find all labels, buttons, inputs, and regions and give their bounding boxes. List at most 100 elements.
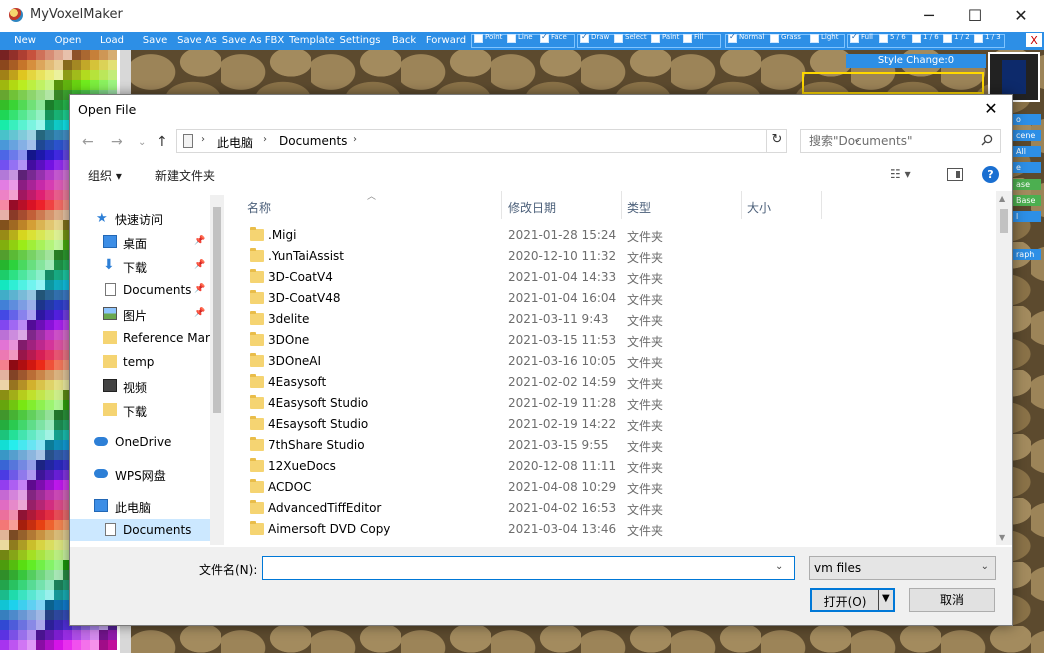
palette-swatch[interactable]: [18, 170, 27, 180]
palette-swatch[interactable]: [45, 150, 54, 160]
palette-swatch[interactable]: [27, 430, 36, 440]
palette-swatch[interactable]: [45, 290, 54, 300]
palette-swatch[interactable]: [27, 140, 36, 150]
palette-swatch[interactable]: [27, 620, 36, 630]
palette-swatch[interactable]: [90, 630, 99, 640]
palette-swatch[interactable]: [36, 210, 45, 220]
palette-swatch[interactable]: [90, 80, 99, 90]
palette-swatch[interactable]: [45, 510, 54, 520]
palette-swatch[interactable]: [27, 440, 36, 450]
palette-swatch[interactable]: [54, 630, 63, 640]
palette-swatch[interactable]: [18, 590, 27, 600]
palette-swatch[interactable]: [54, 580, 63, 590]
palette-swatch[interactable]: [9, 540, 18, 550]
palette-swatch[interactable]: [36, 370, 45, 380]
palette-swatch[interactable]: [9, 70, 18, 80]
palette-swatch[interactable]: [18, 640, 27, 650]
palette-swatch[interactable]: [45, 130, 54, 140]
back-arrow-icon[interactable]: ←: [82, 134, 94, 150]
palette-swatch[interactable]: [18, 470, 27, 480]
palette-swatch[interactable]: [0, 390, 9, 400]
palette-swatch[interactable]: [54, 80, 63, 90]
palette-swatch[interactable]: [36, 590, 45, 600]
palette-swatch[interactable]: [18, 310, 27, 320]
palette-swatch[interactable]: [45, 140, 54, 150]
palette-swatch[interactable]: [72, 50, 81, 60]
breadcrumb-this-pc[interactable]: 此电脑: [217, 134, 253, 151]
palette-swatch[interactable]: [54, 590, 63, 600]
palette-swatch[interactable]: [45, 300, 54, 310]
palette-swatch[interactable]: [45, 360, 54, 370]
palette-swatch[interactable]: [54, 330, 63, 340]
palette-swatch[interactable]: [54, 560, 63, 570]
palette-swatch[interactable]: [18, 530, 27, 540]
palette-swatch[interactable]: [36, 200, 45, 210]
nav-item-temp[interactable]: temp: [70, 351, 210, 373]
file-row[interactable]: 3D-CoatV482021-01-04 16:04文件夹: [226, 288, 996, 309]
palette-swatch[interactable]: [0, 510, 9, 520]
palette-swatch[interactable]: [9, 60, 18, 70]
pin-icon[interactable]: 📌: [194, 284, 205, 294]
palette-swatch[interactable]: [54, 410, 63, 420]
palette-swatch[interactable]: [54, 230, 63, 240]
palette-swatch[interactable]: [36, 480, 45, 490]
palette-swatch[interactable]: [0, 570, 9, 580]
palette-swatch[interactable]: [54, 620, 63, 630]
palette-swatch[interactable]: [27, 490, 36, 500]
normal-checkbox[interactable]: [728, 34, 737, 43]
palette-swatch[interactable]: [0, 120, 9, 130]
palette-swatch[interactable]: [36, 390, 45, 400]
filename-input[interactable]: [263, 557, 773, 579]
palette-swatch[interactable]: [36, 240, 45, 250]
palette-swatch[interactable]: [0, 380, 9, 390]
palette-swatch[interactable]: [9, 340, 18, 350]
palette-swatch[interactable]: [27, 360, 36, 370]
palette-swatch[interactable]: [0, 580, 9, 590]
palette-swatch[interactable]: [99, 60, 108, 70]
palette-swatch[interactable]: [45, 110, 54, 120]
palette-swatch[interactable]: [36, 470, 45, 480]
palette-swatch[interactable]: [36, 290, 45, 300]
palette-swatch[interactable]: [36, 580, 45, 590]
palette-swatch[interactable]: [54, 250, 63, 260]
palette-swatch[interactable]: [54, 310, 63, 320]
palette-swatch[interactable]: [54, 140, 63, 150]
palette-swatch[interactable]: [18, 340, 27, 350]
fill-checkbox[interactable]: [683, 34, 692, 43]
palette-swatch[interactable]: [9, 610, 18, 620]
face-checkbox[interactable]: [540, 34, 549, 43]
palette-swatch[interactable]: [36, 620, 45, 630]
palette-swatch[interactable]: [27, 640, 36, 650]
palette-swatch[interactable]: [36, 110, 45, 120]
filename-combobox[interactable]: ⌄: [262, 556, 795, 580]
palette-swatch[interactable]: [0, 620, 9, 630]
palette-swatch[interactable]: [0, 460, 9, 470]
palette-swatch[interactable]: [18, 320, 27, 330]
palette-swatch[interactable]: [0, 140, 9, 150]
palette-swatch[interactable]: [99, 50, 108, 60]
palette-swatch[interactable]: [0, 470, 9, 480]
palette-swatch[interactable]: [9, 440, 18, 450]
palette-swatch[interactable]: [27, 180, 36, 190]
palette-swatch[interactable]: [45, 440, 54, 450]
palette-swatch[interactable]: [54, 130, 63, 140]
palette-swatch[interactable]: [63, 80, 72, 90]
palette-swatch[interactable]: [45, 330, 54, 340]
palette-swatch[interactable]: [9, 500, 18, 510]
palette-swatch[interactable]: [0, 310, 9, 320]
dialog-close-icon[interactable]: ✕: [978, 97, 1004, 121]
palette-swatch[interactable]: [18, 410, 27, 420]
palette-swatch[interactable]: [72, 630, 81, 640]
palette-swatch[interactable]: [18, 130, 27, 140]
palette-swatch[interactable]: [27, 500, 36, 510]
nav-item-downloads-folder[interactable]: 下载: [70, 399, 210, 421]
palette-swatch[interactable]: [0, 630, 9, 640]
palette-swatch[interactable]: [63, 50, 72, 60]
palette-swatch[interactable]: [27, 130, 36, 140]
palette-swatch[interactable]: [9, 630, 18, 640]
palette-swatch[interactable]: [18, 380, 27, 390]
palette-swatch[interactable]: [36, 400, 45, 410]
palette-swatch[interactable]: [27, 420, 36, 430]
palette-swatch[interactable]: [9, 110, 18, 120]
palette-swatch[interactable]: [0, 300, 9, 310]
